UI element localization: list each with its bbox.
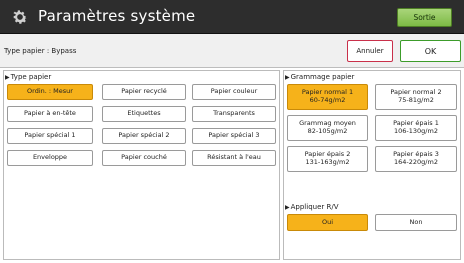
- weight-thick1-range: 106-130g/m2: [394, 127, 438, 135]
- title-bar: Paramètres système Sortie: [0, 0, 464, 34]
- weight-plain1-button[interactable]: Papier normal 1 60-74g/m2: [287, 84, 368, 110]
- cancel-button[interactable]: Annuler: [347, 40, 393, 62]
- triangle-right-icon: ▶: [5, 74, 10, 81]
- weight-thick1-button[interactable]: Papier épais 1 106-130g/m2: [375, 115, 457, 141]
- weight-plain2-button[interactable]: Papier normal 2 75-81g/m2: [375, 84, 457, 110]
- weight-thick3-button[interactable]: Papier épais 3 164-220g/m2: [375, 146, 457, 172]
- paper-type-coated-button[interactable]: Papier couché: [102, 150, 186, 166]
- page-title: Paramètres système: [38, 7, 196, 25]
- triangle-right-icon: ▶: [285, 204, 290, 211]
- paper-type-special2-button[interactable]: Papier spécial 2: [102, 128, 186, 144]
- weight-plain1-range: 60-74g/m2: [309, 96, 346, 104]
- system-settings-screen: Paramètres système Sortie Type papier : …: [0, 0, 464, 263]
- weight-thick2-button[interactable]: Papier épais 2 131-163g/m2: [287, 146, 368, 172]
- triangle-right-icon: ▶: [285, 74, 290, 81]
- paper-type-plain-custom-button[interactable]: Ordin. : Mesur: [7, 84, 93, 100]
- paper-type-water-resistant-button[interactable]: Résistant à l'eau: [192, 150, 276, 166]
- weight-thick2-range: 131-163g/m2: [305, 158, 350, 166]
- paper-type-letterhead-button[interactable]: Papier à en-tête: [7, 106, 93, 122]
- paper-type-envelope-button[interactable]: Enveloppe: [7, 150, 93, 166]
- duplex-section-label: ▶Appliquer R/V: [285, 203, 339, 211]
- paper-type-recycled-button[interactable]: Papier recyclé: [102, 84, 186, 100]
- paper-type-special3-button[interactable]: Papier spécial 3: [192, 128, 276, 144]
- exit-button[interactable]: Sortie: [397, 8, 452, 27]
- gear-icon: [13, 10, 28, 24]
- weight-medium-range: 82-105g/m2: [307, 127, 348, 135]
- paper-weight-panel: ▶Grammage papier Papier normal 1 60-74g/…: [283, 70, 461, 260]
- paper-type-color-button[interactable]: Papier couleur: [192, 84, 276, 100]
- paper-type-section-label: ▶Type papier: [5, 73, 52, 81]
- paper-type-transparency-button[interactable]: Transparents: [192, 106, 276, 122]
- paper-type-labels-button[interactable]: Etiquettes: [102, 106, 186, 122]
- weight-medium-button[interactable]: Grammag moyen 82-105g/m2: [287, 115, 368, 141]
- duplex-yes-button[interactable]: Oui: [287, 214, 368, 231]
- ok-button[interactable]: OK: [400, 40, 461, 62]
- duplex-no-button[interactable]: Non: [375, 214, 457, 231]
- paper-tray-label: Type papier : Bypass: [4, 47, 77, 55]
- weight-thick3-range: 164-220g/m2: [394, 158, 438, 166]
- info-bar: Type papier : Bypass Annuler OK: [0, 34, 464, 68]
- weight-plain2-range: 75-81g/m2: [398, 96, 434, 104]
- paper-type-special1-button[interactable]: Papier spécial 1: [7, 128, 93, 144]
- paper-weight-section-label: ▶Grammage papier: [285, 73, 355, 81]
- paper-type-panel: ▶Type papier Ordin. : Mesur Papier recyc…: [3, 70, 280, 260]
